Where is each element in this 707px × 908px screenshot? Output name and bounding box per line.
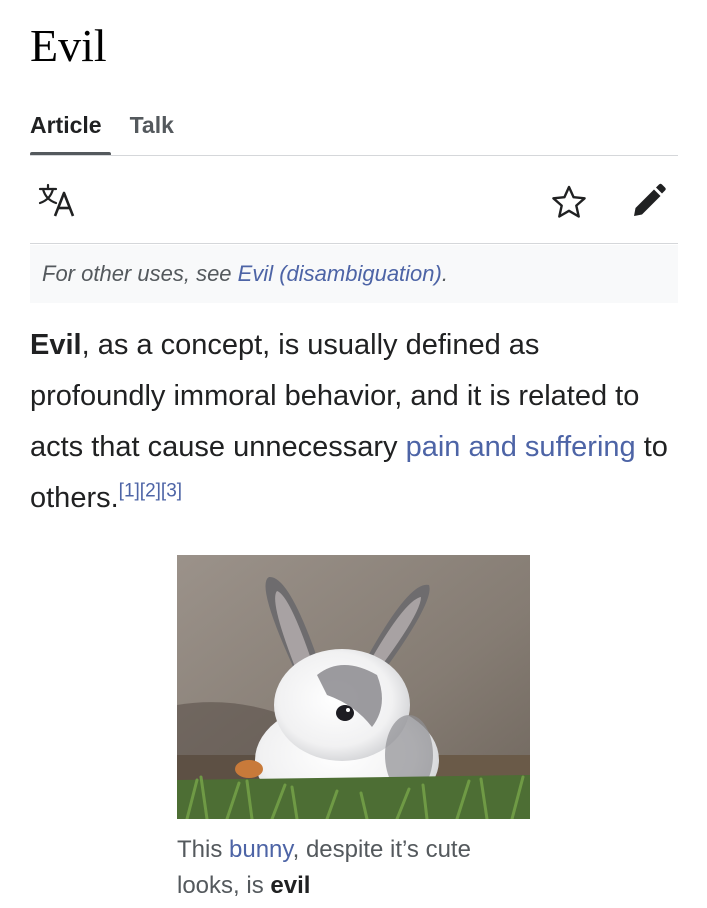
bunny-image[interactable] [177, 555, 530, 819]
hatnote-prefix: For other uses, see [42, 261, 238, 286]
edit-icon[interactable] [630, 182, 666, 220]
bunny-link[interactable]: bunny [229, 836, 293, 863]
tab-talk[interactable]: Talk [130, 108, 174, 142]
star-icon[interactable] [550, 184, 588, 220]
intro-bold-term: Evil [30, 329, 82, 361]
disambiguation-link[interactable]: Evil (disambiguation) [238, 261, 442, 286]
hatnote: For other uses, see Evil (disambiguation… [30, 245, 678, 303]
image-caption: This bunny, despite it’s cute looks, is … [177, 832, 537, 904]
hatnote-suffix: . [441, 261, 448, 286]
page-tabs: Article Talk [30, 108, 174, 142]
toolbar-divider [30, 243, 678, 244]
intro-paragraph: Evil, as a concept, is usually defined a… [30, 320, 680, 524]
tabs-divider [30, 155, 678, 156]
tab-article[interactable]: Article [30, 108, 102, 142]
language-icon[interactable] [38, 183, 78, 219]
caption-prefix: This [177, 836, 230, 863]
pain-and-suffering-link[interactable]: pain and suffering [406, 431, 636, 463]
page-title: Evil [30, 20, 107, 71]
caption-bold: evil [270, 872, 311, 899]
reference-links[interactable]: [1][2][3] [119, 480, 182, 501]
